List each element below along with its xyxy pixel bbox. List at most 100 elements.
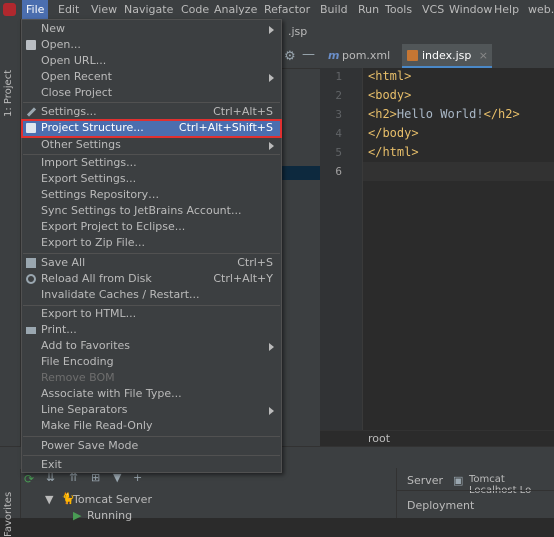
menu-vcs[interactable]: VCS [422, 0, 444, 19]
menu-item-line-separators[interactable]: Line Separators [22, 402, 281, 418]
line-number: 3 [335, 108, 342, 121]
menu-code[interactable]: Code [181, 0, 209, 19]
line-number: 4 [335, 127, 342, 140]
menu-item-open-url[interactable]: Open URL... [22, 53, 281, 69]
tree-root[interactable]: Tomcat Server [73, 493, 152, 506]
running-icon: ▶ [73, 509, 82, 522]
tab-server[interactable]: Server [407, 474, 443, 487]
menu-tools[interactable]: Tools [385, 0, 412, 19]
code-line: <body> [368, 88, 412, 102]
tree-child[interactable]: Running [87, 509, 132, 522]
code-line: <h2>Hello World!</h2> [368, 107, 520, 121]
project-name-truncated: web... [528, 3, 554, 16]
save-icon [26, 258, 36, 268]
maven-icon: m [328, 49, 340, 62]
submenu-arrow-icon [269, 407, 274, 415]
reload-icon [26, 274, 36, 284]
menu-run[interactable]: Run [358, 0, 379, 19]
caret-row-highlight [362, 162, 554, 181]
menu-item-invalidate-caches[interactable]: Invalidate Caches / Restart... [22, 287, 281, 303]
menu-separator [23, 102, 280, 103]
file-menu-dropdown: New Open... Open URL... Open Recent Clos… [21, 19, 282, 473]
menu-item-remove-bom: Remove BOM [41, 371, 115, 384]
menu-item-close-project[interactable]: Close Project [22, 85, 281, 101]
divider [396, 468, 397, 518]
breadcrumb-root[interactable]: root [368, 432, 390, 445]
menu-help[interactable]: Help [494, 0, 519, 19]
submenu-arrow-icon [269, 26, 274, 34]
project-tool-tab[interactable]: 1: Project [3, 70, 14, 117]
code-line: </html> [368, 145, 419, 159]
tab-index-jsp[interactable]: index.jsp × [402, 44, 492, 68]
tab-pom-xml[interactable]: m pom.xml [324, 44, 402, 68]
menu-item-save-all[interactable]: Save All Ctrl+S [22, 255, 281, 271]
favorites-tool-tab[interactable]: Favorites [3, 492, 14, 537]
line-gutter: 1 2 3 4 5 6 [320, 68, 362, 430]
menu-item-add-favorites[interactable]: Add to Favorites [22, 338, 281, 354]
jsp-icon [407, 50, 418, 61]
menu-item-power-save[interactable]: Power Save Mode [22, 438, 281, 454]
app-logo-icon [3, 3, 16, 16]
menu-analyze[interactable]: Analyze [214, 0, 257, 19]
gutter-divider [362, 68, 363, 430]
rerun-icon[interactable]: ⟳ [24, 472, 34, 486]
menu-item-settings-repository[interactable]: Settings Repository… [22, 187, 281, 203]
menu-refactor[interactable]: Refactor [264, 0, 310, 19]
deployment-label[interactable]: Deployment [407, 499, 474, 512]
tab-tomcat-localhost[interactable]: Tomcat Localhost Lo [469, 474, 554, 496]
menu-build[interactable]: Build [320, 0, 348, 19]
tree-expand-icon[interactable]: ▼ [45, 493, 53, 506]
folder-icon [26, 40, 36, 50]
line-number: 1 [335, 70, 342, 83]
menu-item-project-structure[interactable]: Project Structure... Ctrl+Alt+Shift+S [21, 119, 282, 138]
submenu-arrow-icon [269, 74, 274, 82]
wrench-icon [26, 107, 37, 117]
editor-tabs: ⚙ — m pom.xml index.jsp × [282, 44, 554, 69]
menu-separator [23, 253, 280, 254]
menu-window[interactable]: Window [449, 0, 492, 19]
project-selected-row[interactable] [282, 166, 320, 180]
menu-item-import-settings[interactable]: Import Settings... [22, 155, 281, 171]
menu-item-export-settings[interactable]: Export Settings... [22, 171, 281, 187]
menu-item-sync-settings[interactable]: Sync Settings to JetBrains Account... [22, 203, 281, 219]
menu-item-export-zip[interactable]: Export to Zip File... [22, 235, 281, 251]
divider [397, 490, 554, 491]
tab-label: index.jsp [422, 49, 472, 62]
menu-separator [23, 455, 280, 456]
left-tool-strip: 1: Project Favorites [0, 19, 21, 537]
menu-item-reload-all[interactable]: Reload All from Disk Ctrl+Alt+Y [22, 271, 281, 287]
code-editor[interactable]: <html> <body> <h2>Hello World!</h2> </bo… [362, 68, 554, 430]
menu-item-settings[interactable]: Settings... Ctrl+Alt+S [22, 104, 281, 120]
menu-item-open[interactable]: Open... [22, 37, 281, 53]
menu-separator [23, 436, 280, 437]
menu-item-other-settings[interactable]: Other Settings [22, 137, 281, 153]
run-panel: ⟳ ⇊ ⇈ ⊞ ▼ + ▼ 🐈 Tomcat Server ▶ Running … [21, 468, 554, 522]
menu-item-print[interactable]: Print... [22, 322, 281, 338]
nav-bar: .jsp [282, 19, 554, 44]
line-number: 6 [335, 165, 342, 178]
line-number: 5 [335, 146, 342, 159]
nav-file-label[interactable]: .jsp [288, 25, 307, 38]
print-icon [26, 327, 36, 334]
tomcat-tab-icon: ▣ [453, 474, 464, 487]
menu-edit[interactable]: Edit [58, 0, 79, 19]
code-line: </body> [368, 126, 419, 140]
submenu-arrow-icon [269, 142, 274, 150]
close-icon[interactable]: × [479, 44, 488, 68]
editor-breadcrumb: root [320, 430, 554, 447]
menu-item-new[interactable]: New [22, 21, 281, 37]
menu-file[interactable]: File [22, 0, 49, 19]
minimize-icon[interactable]: — [302, 47, 315, 62]
menu-item-export-html[interactable]: Export to HTML... [22, 306, 281, 322]
menu-item-file-encoding[interactable]: File Encoding [22, 354, 281, 370]
tab-label: pom.xml [342, 49, 391, 62]
menu-bar: File Edit View Navigate Code Analyze Ref… [0, 0, 554, 20]
menu-navigate[interactable]: Navigate [124, 0, 173, 19]
menu-item-exit[interactable]: Exit [22, 457, 281, 473]
menu-item-open-recent[interactable]: Open Recent [22, 69, 281, 85]
menu-item-associate-file-type[interactable]: Associate with File Type... [22, 386, 281, 402]
gear-icon[interactable]: ⚙ [284, 49, 296, 64]
menu-item-make-read-only[interactable]: Make File Read-Only [22, 418, 281, 434]
menu-item-export-eclipse[interactable]: Export Project to Eclipse... [22, 219, 281, 235]
menu-view[interactable]: View [91, 0, 117, 19]
